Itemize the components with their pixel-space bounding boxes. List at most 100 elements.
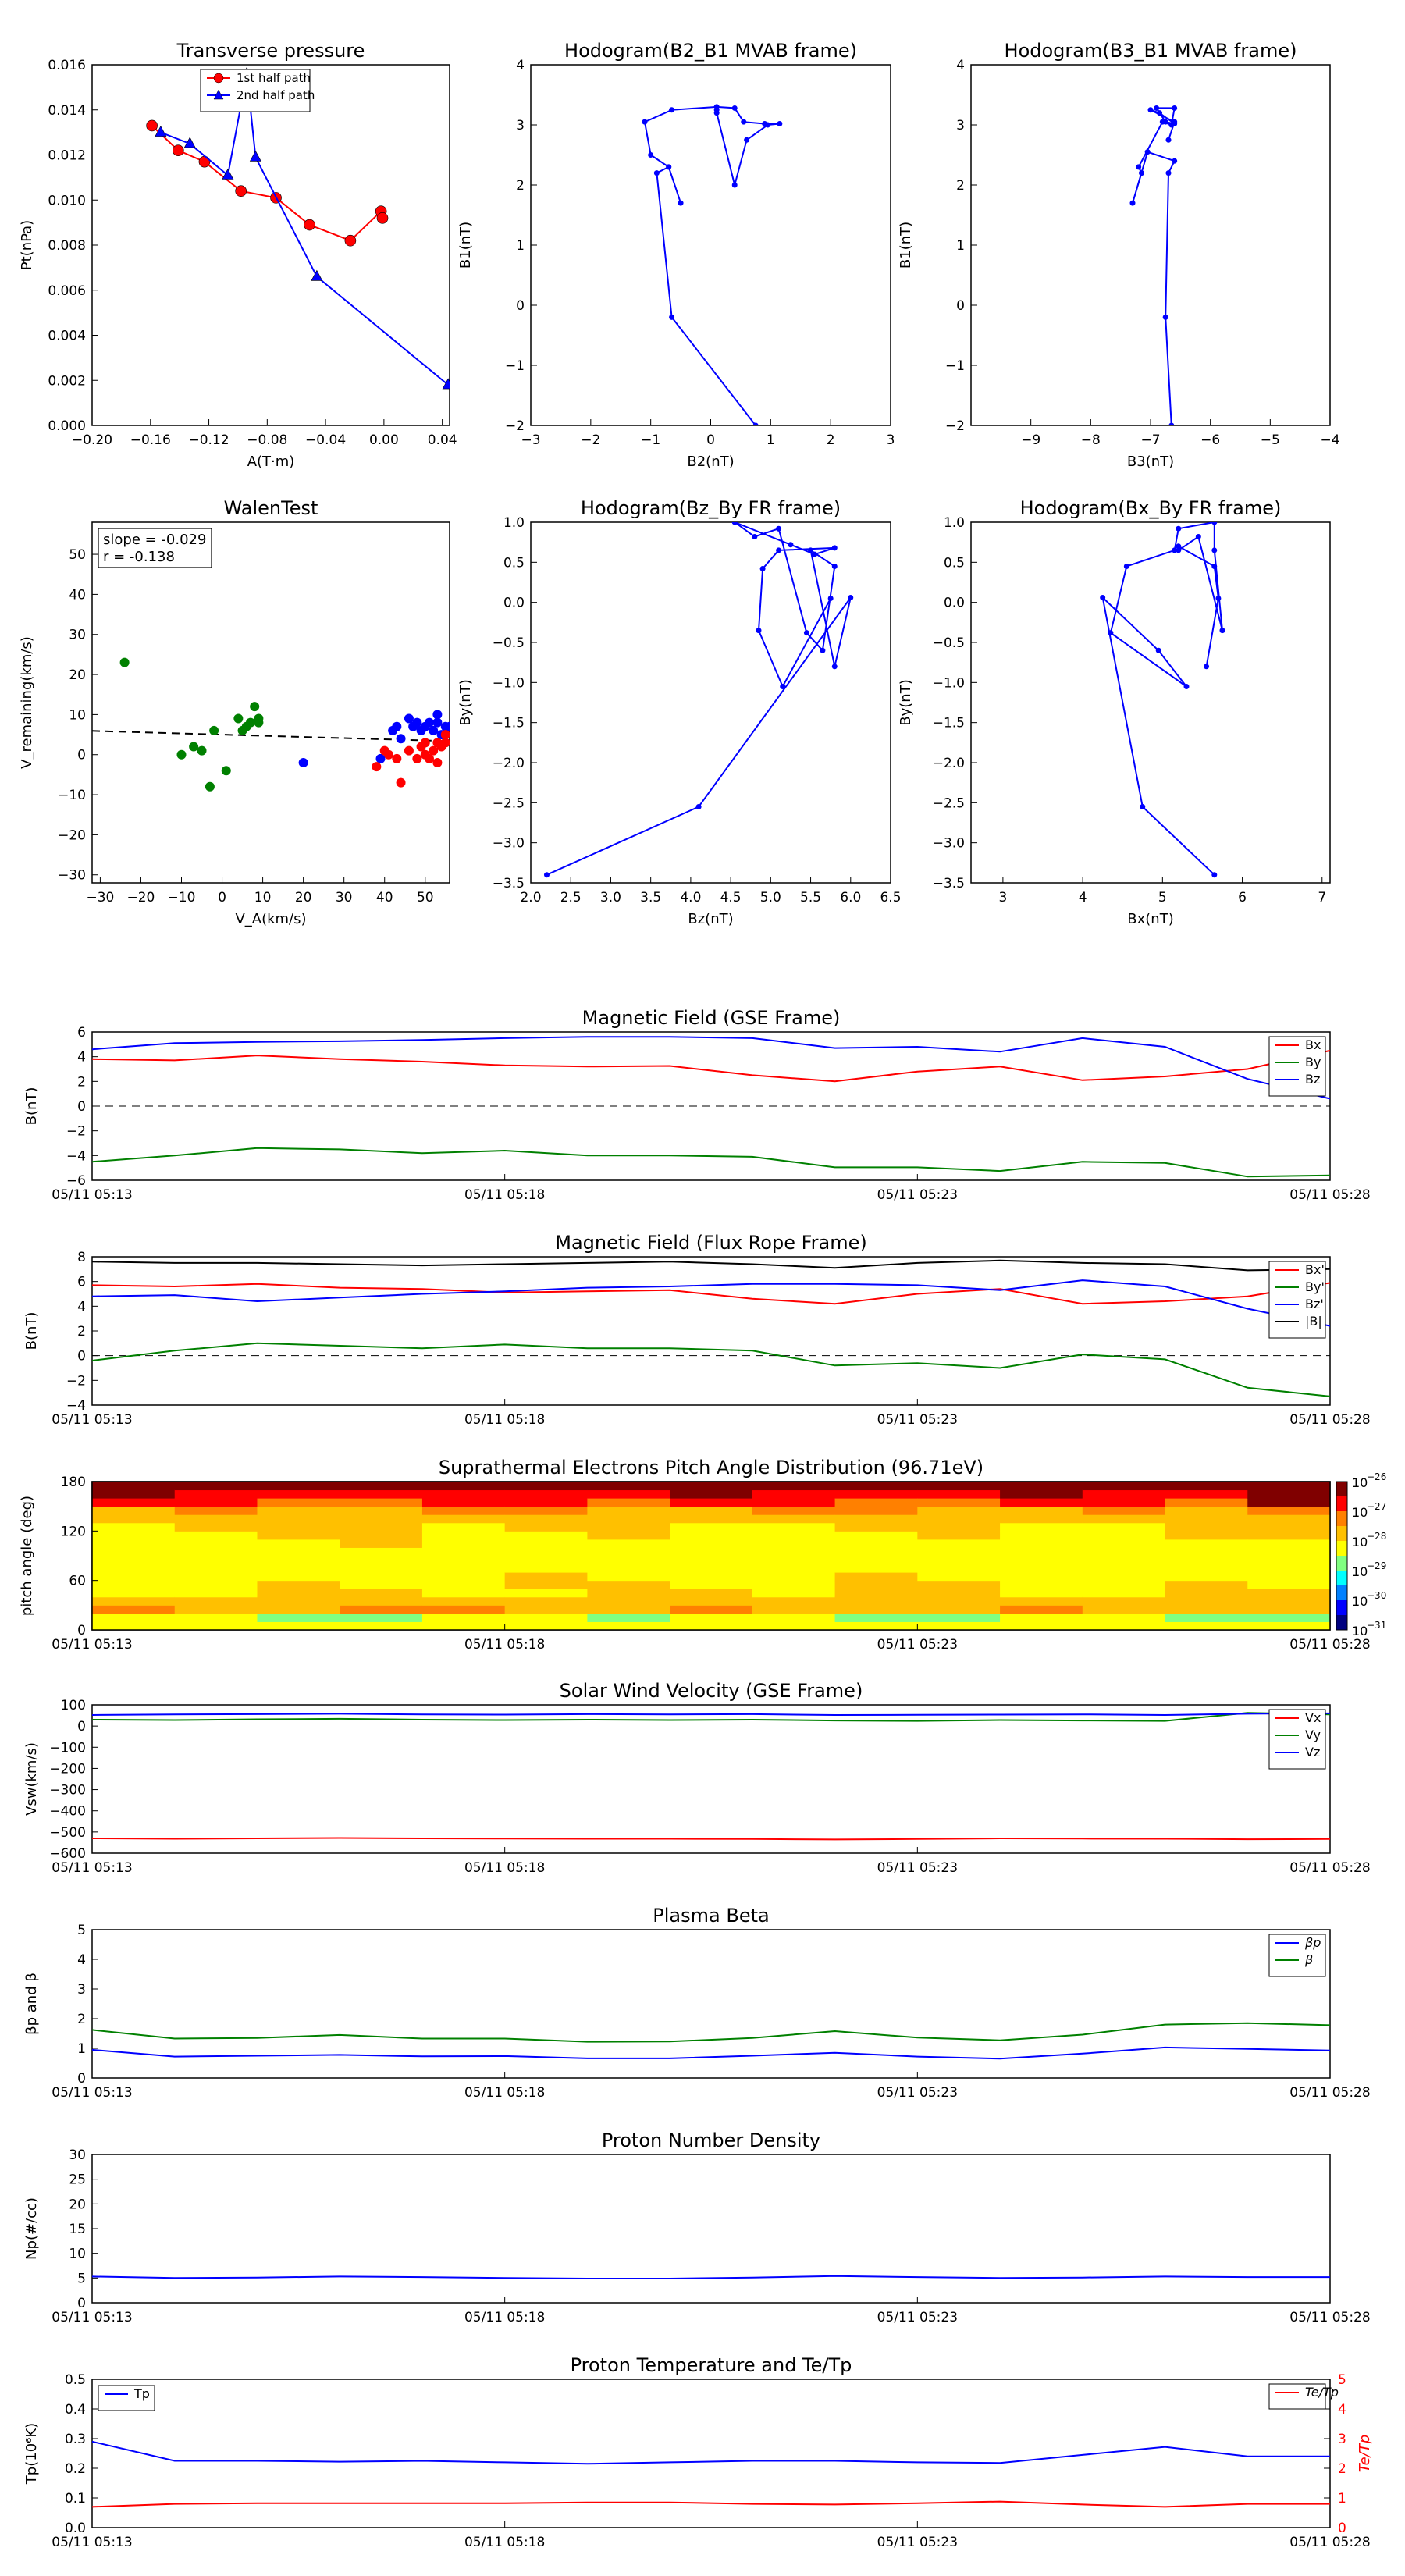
hodo3-point xyxy=(759,566,766,572)
hodo3-point xyxy=(848,595,854,601)
hodo4-point xyxy=(1176,543,1182,550)
vsw-plot-frame xyxy=(91,1704,1331,1854)
pad-ytick-label: 180 xyxy=(61,1475,86,1490)
hodo2-ytick-label: −1 xyxy=(945,358,965,374)
tp-ylabel: Tp(10⁶K) xyxy=(23,2423,40,2485)
pad-colorbar-segment xyxy=(1336,1556,1347,1571)
hodo3-xtick-label: 4.5 xyxy=(720,890,742,906)
hodo4-point xyxy=(1123,563,1129,569)
pad-heatmap-cell xyxy=(257,1547,340,1557)
pad-heatmap-cell xyxy=(340,1564,423,1573)
hodo4-ytick-label: −3.5 xyxy=(933,876,965,891)
walen-point xyxy=(119,657,130,667)
hodo3-plot-frame xyxy=(530,521,891,884)
hodo1-point xyxy=(678,200,684,206)
bfr-ytick-label: 6 xyxy=(77,1275,86,1290)
hodo4-point xyxy=(1211,563,1218,569)
pad-chart: Suprathermal Electrons Pitch Angle Distr… xyxy=(19,1457,1386,1653)
np-plot-frame xyxy=(91,2154,1331,2304)
vsw-ytick-label: −600 xyxy=(49,1846,86,1862)
pt-point xyxy=(376,212,389,224)
pad-heatmap-cell xyxy=(587,1589,670,1598)
pt-series-group xyxy=(146,66,450,390)
pad-heatmap-cell xyxy=(340,1506,423,1515)
vsw-time-label: 05/11 05:28 xyxy=(1289,1860,1370,1876)
pad-heatmap-cell xyxy=(834,1613,918,1622)
hodo2-xtick-label: −8 xyxy=(1081,432,1101,448)
pad-heatmap-cell xyxy=(504,1489,588,1499)
pad-heatmap-cell xyxy=(1247,1580,1330,1589)
pt-point xyxy=(304,219,315,231)
hodo1-point xyxy=(653,170,660,176)
pt-plot-frame xyxy=(91,64,450,426)
hodo1-point xyxy=(731,105,738,111)
bfr-ytick-label: 2 xyxy=(77,1324,86,1340)
bgse-ytick-label: 0 xyxy=(77,1099,86,1115)
pad-heatmap-cell xyxy=(1165,1489,1248,1499)
pad-heatmap-cell xyxy=(1165,1522,1248,1532)
pad-heatmap-cell xyxy=(1247,1489,1330,1499)
pad-heatmap-cell xyxy=(1247,1564,1330,1573)
pad-heatmap-cell xyxy=(587,1547,670,1557)
hodo1-point xyxy=(642,119,648,125)
hodo4-ytick-label: 0.0 xyxy=(944,596,965,611)
walen-ytick-label: 40 xyxy=(69,587,86,603)
pad-heatmap-cell xyxy=(834,1489,918,1499)
hodo3-point xyxy=(543,872,550,878)
pad-heatmap-cell xyxy=(257,1605,340,1614)
beta-chart: Plasma Beta 0 1 2 3 4 5 05/11 05:13 05/11 05:18 0… xyxy=(23,1905,1371,2101)
bgse-legend: Bx By Bz xyxy=(1268,1036,1326,1097)
walen-point xyxy=(445,721,450,731)
pad-heatmap-cell xyxy=(340,1498,423,1507)
pad-heatmap-cell xyxy=(174,1589,258,1598)
hodo2-ytick-label: 1 xyxy=(956,238,965,254)
pad-heatmap-cell xyxy=(834,1539,918,1548)
figure-canvas: Transverse pressure0.0000.0020.0040.0060… xyxy=(19,40,1386,2550)
tp-legend-label: Tp xyxy=(133,2386,150,2401)
pad-heatmap-cell xyxy=(670,1489,753,1499)
hodo4-xtick-label: 5 xyxy=(1158,890,1167,906)
pt-point xyxy=(344,234,357,247)
hodo1-ytick-label: 1 xyxy=(516,238,525,254)
pad-heatmap-cell xyxy=(917,1613,1001,1622)
hodo3-xtick-label: 5.0 xyxy=(760,890,781,906)
pad-heatmap-cell xyxy=(917,1539,1001,1548)
pad-heatmap-cell xyxy=(257,1514,340,1524)
bfr-legend-label: Bz' xyxy=(1305,1297,1324,1311)
pad-colorbar-tick-exponent: −30 xyxy=(1367,1590,1386,1601)
walen-ytick-label: −30 xyxy=(58,868,86,884)
walen-xtick-label: 0 xyxy=(218,890,226,906)
pad-heatmap-cell xyxy=(917,1498,1001,1507)
pad-heatmap-cell xyxy=(340,1605,423,1614)
pad-heatmap-cell xyxy=(752,1556,836,1565)
hodo1-xtick-label: −3 xyxy=(521,432,540,448)
pad-heatmap-cell xyxy=(92,1572,176,1582)
tp-legend: Te/Tp xyxy=(1268,2383,1339,2410)
pad-heatmap-cell xyxy=(834,1531,918,1540)
tp-series-line-1 xyxy=(92,2500,1330,2508)
hodo1-point xyxy=(713,107,720,113)
vsw-ytick-label: 100 xyxy=(61,1698,86,1713)
pad-heatmap-cell xyxy=(340,1482,423,1491)
beta-title: Plasma Beta xyxy=(653,1905,769,1927)
tp-ytick-label: 0.1 xyxy=(65,2491,86,2507)
hodo1-xtick-label: 3 xyxy=(887,432,895,448)
hodo1-point xyxy=(744,137,750,143)
hodo3-ytick-label: 1.0 xyxy=(503,515,525,531)
pad-heatmap-cell xyxy=(422,1506,506,1515)
walen-point xyxy=(383,749,393,760)
pad-heatmap-cell xyxy=(1000,1556,1083,1565)
pad-colorbar-tick-exponent: −26 xyxy=(1367,1471,1386,1482)
walen-xtick-label: −30 xyxy=(86,890,114,906)
bfr-ytick-label: 0 xyxy=(77,1349,86,1364)
pad-heatmap-cell xyxy=(504,1506,588,1515)
pad-heatmap-cell xyxy=(1000,1564,1083,1573)
pad-ylabel: pitch angle (deg) xyxy=(19,1496,35,1616)
pad-heatmap-cell xyxy=(917,1556,1001,1565)
hodo2-ylabel: B1(nT) xyxy=(898,222,914,269)
pad-heatmap-cell xyxy=(587,1539,670,1548)
pad-time-label: 05/11 05:18 xyxy=(464,1637,545,1653)
vsw-series-line-2 xyxy=(92,1712,1330,1717)
pad-heatmap-cell xyxy=(174,1572,258,1582)
hodo1-point xyxy=(666,164,672,170)
